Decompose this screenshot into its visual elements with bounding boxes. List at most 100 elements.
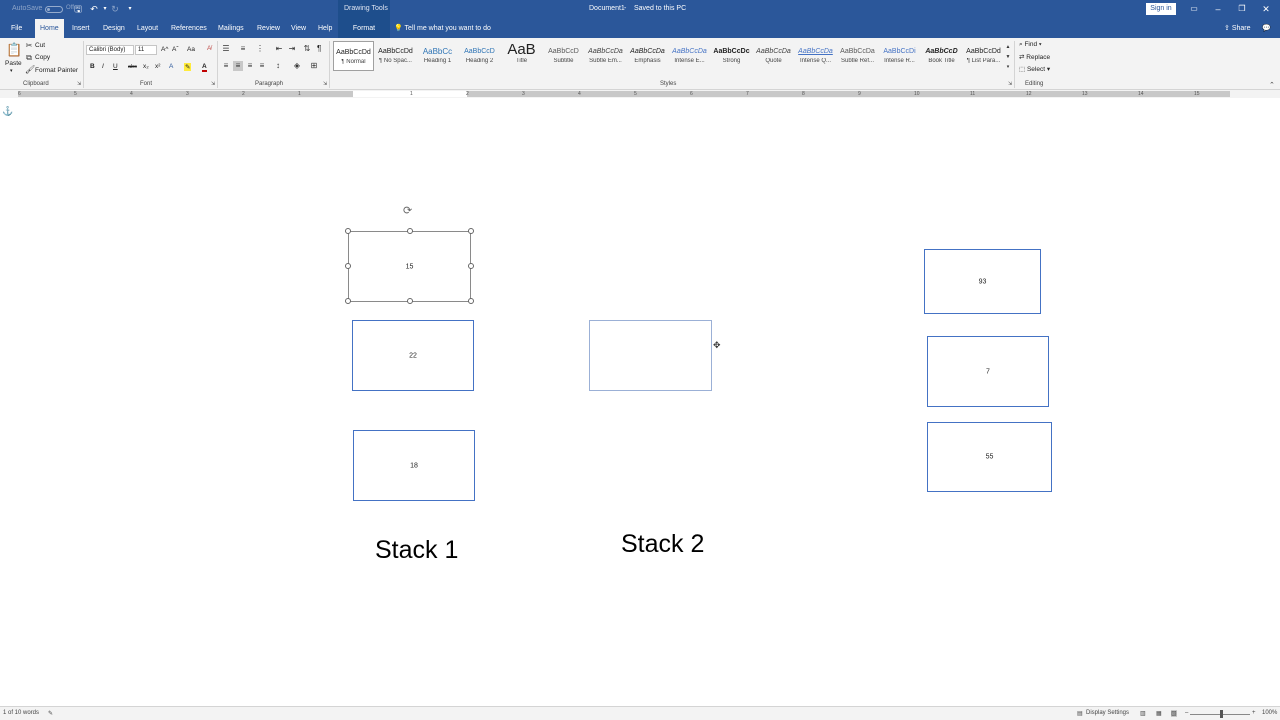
zoom-level[interactable]: 100% [1262,710,1277,716]
shading-icon[interactable]: ◈ [292,61,302,71]
zoom-in-icon[interactable]: + [1252,710,1256,716]
word-count[interactable]: 1 of 10 words [3,710,39,716]
copy-button[interactable]: Copy [35,54,50,61]
style-intense-r[interactable]: AaBbCcDi Intense R... [879,41,920,71]
paste-label[interactable]: Paste [5,60,22,67]
font-size-select[interactable]: 11 [135,45,157,55]
proofing-icon[interactable]: ✎ [48,710,53,717]
tab-format[interactable]: Format [338,19,390,38]
copy-icon[interactable]: ⧉ [25,53,33,63]
restore-icon[interactable]: ❐ [1235,3,1249,15]
paragraph-launcher-icon[interactable]: ⇲ [323,81,327,87]
clear-formatting-icon[interactable]: A̸ [207,45,211,52]
tell-me-search[interactable]: 💡 Tell me what you want to do [394,19,491,38]
grow-font-button[interactable]: A^ [161,46,168,53]
style-normal[interactable]: AaBbCcDd ¶ Normal [333,41,374,71]
print-layout-icon[interactable]: ▦ [1156,710,1162,717]
stack2-label[interactable]: Stack 2 [621,530,704,559]
align-left-icon[interactable]: ≡ [221,61,231,71]
document-canvas[interactable]: ⚓ ⟳ 15 22 18 ✥ 93 7 55 Stack 1 Stack 2 [0,98,1280,706]
tab-file[interactable]: File [6,19,27,38]
bold-button[interactable]: B [90,63,95,70]
collapse-ribbon-icon[interactable]: ⌃ [1269,81,1275,89]
tab-home[interactable]: Home [35,19,64,38]
stack3-box-1[interactable]: 93 [924,249,1041,314]
resize-handle[interactable] [468,228,474,234]
tab-insert[interactable]: Insert [67,19,95,38]
style-subtle-em[interactable]: AaBbCcDa Subtle Em... [585,41,626,71]
style-book-title[interactable]: AaBbCcD Book Title [921,41,962,71]
style-intense-q[interactable]: AaBbCcDa Intense Q... [795,41,836,71]
styles-launcher-icon[interactable]: ⇲ [1008,81,1012,87]
stack1-box-3[interactable]: 18 [353,430,475,501]
cut-button[interactable]: Cut [35,42,45,49]
font-family-select[interactable]: Calibri (Body) [86,45,134,55]
format-painter-icon[interactable]: 🖌 [25,65,35,75]
style-list-para[interactable]: AaBbCcDd ¶ List Para... [963,41,1004,71]
superscript-button[interactable]: x² [155,63,160,70]
cut-icon[interactable]: ✂ [25,41,33,51]
underline-button[interactable]: U [113,63,118,70]
style-emphasis[interactable]: AaBbCcDa Emphasis [627,41,668,71]
strikethrough-button[interactable]: abc [128,64,137,70]
resize-handle[interactable] [407,298,413,304]
tab-design[interactable]: Design [98,19,130,38]
resize-handle[interactable] [407,228,413,234]
resize-handle[interactable] [468,263,474,269]
style-title[interactable]: AaB Title [501,41,542,71]
italic-button[interactable]: I [102,63,104,70]
stack1-label[interactable]: Stack 1 [375,536,458,565]
style-heading-2[interactable]: AaBbCcD Heading 2 [459,41,500,71]
stack3-box-3[interactable]: 55 [927,422,1052,492]
display-settings-button[interactable]: Display Settings [1086,710,1129,716]
subscript-button[interactable]: x₂ [143,63,149,70]
replace-button[interactable]: ⇄ Replace [1019,53,1050,61]
format-painter-button[interactable]: Format Painter [35,67,78,74]
styles-scroll-down-icon[interactable]: ▼ [1004,52,1012,62]
resize-handle[interactable] [468,298,474,304]
stack1-box-2[interactable]: 22 [352,320,474,391]
increase-indent-icon[interactable]: ⇥ [287,44,297,54]
find-button[interactable]: ⌕ Find ▾ [1019,41,1042,49]
style-no-spac[interactable]: AaBbCcDd ¶ No Spac... [375,41,416,71]
stack2-box-1[interactable] [589,320,712,391]
zoom-out-icon[interactable]: – [1185,710,1188,716]
borders-icon[interactable]: ⊞ [309,61,319,71]
autosave-toggle[interactable] [45,6,63,13]
font-launcher-icon[interactable]: ⇲ [211,81,215,87]
resize-handle[interactable] [345,298,351,304]
paste-dropdown-icon[interactable]: ▾ [10,68,13,74]
horizontal-ruler[interactable]: 6 5 4 3 2 1 1 2 3 4 5 6 7 8 9 10 11 12 13 14 15 [0,90,1280,98]
highlight-icon[interactable]: ✎ [184,63,192,71]
align-right-icon[interactable]: ≡ [245,61,255,71]
styles-scroll-up-icon[interactable]: ▲ [1004,42,1012,52]
customize-qat-icon[interactable]: ▾ [124,3,136,15]
line-spacing-icon[interactable]: ↕ [273,61,283,71]
style-strong[interactable]: AaBbCcDc Strong [711,41,752,71]
multilevel-list-icon[interactable]: ⋮ [255,44,265,54]
shrink-font-button[interactable]: Aˇ [172,46,179,53]
change-case-button[interactable]: Aa [187,46,195,53]
resize-handle[interactable] [345,228,351,234]
stack1-box-1[interactable]: 15 [348,231,471,302]
resize-handle[interactable] [345,263,351,269]
styles-more-icon[interactable]: ▾ [1004,62,1012,72]
tab-mailings[interactable]: Mailings [213,19,249,38]
style-intense-e[interactable]: AaBbCcDa Intense E... [669,41,710,71]
rotate-handle-icon[interactable]: ⟳ [403,204,412,217]
tab-help[interactable]: Help [313,19,337,38]
ribbon-display-options-icon[interactable]: ▭ [1187,3,1201,15]
paste-icon[interactable]: 📋 [6,42,22,58]
select-button[interactable]: ⬚ Select ▾ [1019,65,1050,73]
style-quote[interactable]: AaBbCcDa Quote [753,41,794,71]
style-subtle-ref[interactable]: AaBbCcDa Subtle Ref... [837,41,878,71]
web-layout-icon[interactable]: ▧ [1171,710,1177,717]
stack3-box-2[interactable]: 7 [927,336,1049,407]
comments-icon[interactable]: 💬 [1262,19,1271,38]
redo-icon[interactable]: ↻ [109,3,121,15]
text-effects-icon[interactable]: A [169,63,173,70]
save-icon[interactable]: 🖫 [72,3,84,15]
clipboard-launcher-icon[interactable]: ⇲ [77,81,81,87]
show-formatting-button[interactable]: ¶ [317,44,321,53]
sign-in-button[interactable]: Sign in [1146,3,1176,15]
